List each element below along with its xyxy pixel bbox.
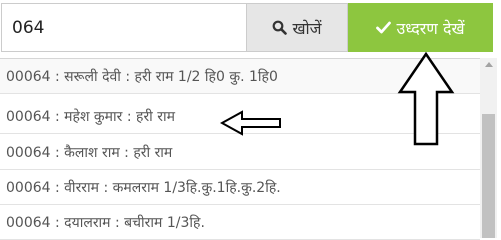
list-item-label: 00064 : महेश कुमार : हरी राम [6,109,175,125]
list-item[interactable]: 00064 : वीरराम : कमलराम 1/3हि.कु.1हि.कु.… [0,171,480,205]
list-item-label: 00064 : वीरराम : कमलराम 1/3हि.कु.1हि.कु.… [6,180,281,196]
list-item-label: 00064 : सरूली देवी : हरी राम 1/2 हि0 कु.… [6,68,278,85]
list-item[interactable]: 00064 : महेश कुमार : हरी राम [0,100,480,134]
results-list: 00064 : सरूली देवी : हरी राम 1/2 हि0 कु.… [0,58,480,240]
search-icon [272,20,288,35]
scrollbar-thumb[interactable] [482,114,495,238]
search-button[interactable]: खोजें [247,3,348,52]
view-record-button[interactable]: उध्दरण देखें [348,3,493,52]
list-item-label: 00064 : कैलाश राम : हरी राम [6,145,173,161]
list-item[interactable]: 00064 : कैलाश राम : हरी राम [0,136,480,170]
search-input[interactable] [1,3,247,52]
list-item-label: 00064 : दयालराम : बचीराम 1/3हि. [6,215,205,231]
list-item[interactable]: 00064 : सरूली देवी : हरी राम 1/2 हि0 कु.… [0,59,480,94]
view-record-button-label: उध्दरण देखें [396,18,465,38]
list-item[interactable]: 00064 : दयालराम : बचीराम 1/3हि. [0,206,480,240]
check-icon [376,21,392,34]
chevron-up-icon[interactable] [485,62,493,67]
search-button-label: खोजें [292,18,322,38]
